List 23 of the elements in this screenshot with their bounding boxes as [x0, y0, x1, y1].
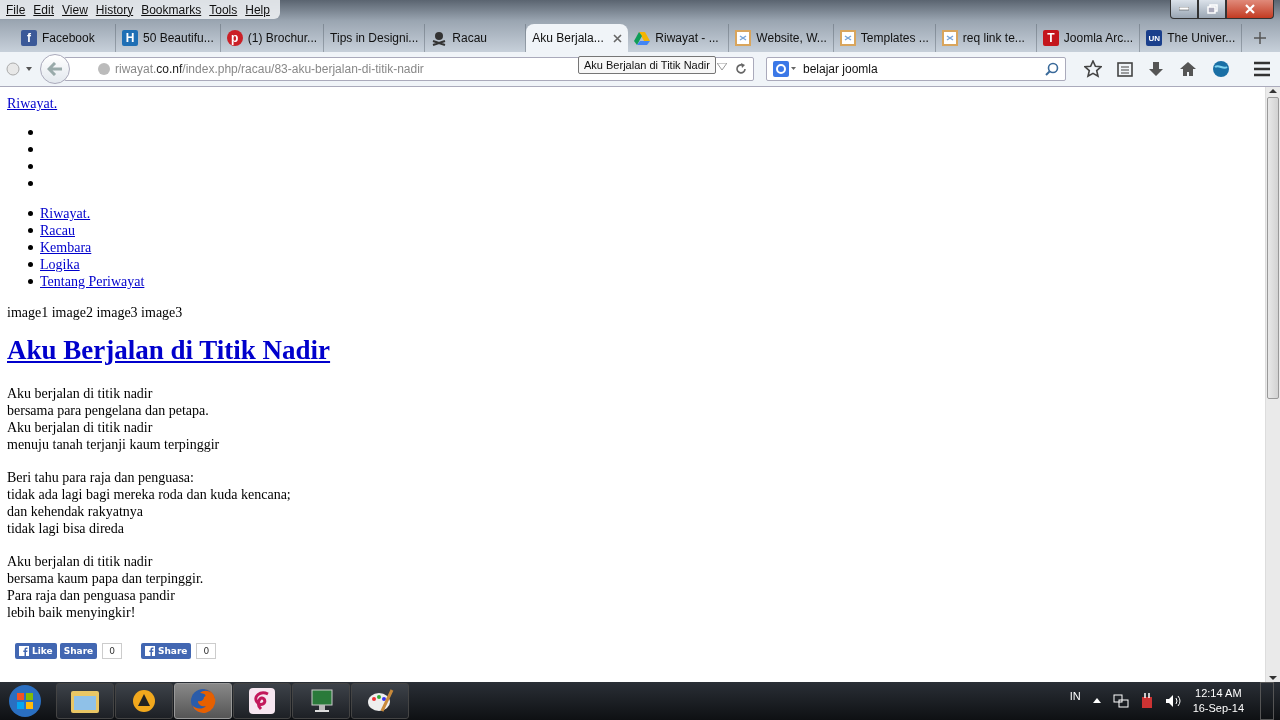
search-text: belajar joomla	[803, 62, 878, 76]
poem-line: Aku berjalan di titik nadir	[7, 419, 154, 436]
site-favicon-icon: UN	[1146, 30, 1163, 46]
site-favicon-icon: T	[1042, 30, 1059, 46]
poem-line: bersama kaum papa dan terpinggir.	[7, 570, 205, 587]
poem-line: tidak ada lagi bagi mereka roda dan kuda kencana;	[7, 486, 292, 503]
site-favicon-icon: H	[122, 30, 138, 46]
url-text: riwayat.co.nf/index.php/racau/83-aku-berjalan-di-titik-nadir	[115, 62, 424, 76]
site-favicon-icon: p	[226, 30, 243, 46]
poem-line: dan kehendak rakyatnya	[7, 503, 145, 520]
site-favicon-icon: f	[21, 30, 37, 46]
share-count: 0	[196, 643, 217, 659]
poem-line: bersama para pengelana dan petapa.	[7, 402, 210, 419]
poem-line: tidak lagi bisa direda	[7, 520, 126, 537]
poem-line: lebih baik menyingkir!	[7, 604, 137, 621]
tooltip: Aku Berjalan di Titik Nadir	[578, 56, 716, 74]
poem-line: Aku berjalan di titik nadir	[7, 385, 154, 402]
poem-line: Beri tahu para raja dan penguasa:	[7, 469, 195, 486]
poem-line: Para raja dan penguasa pandir	[7, 587, 176, 604]
poem-line: Aku berjalan di titik nadir	[7, 553, 154, 570]
share-count: 0	[102, 643, 122, 659]
image-placeholder-text: image1 image2 image3 image3	[7, 304, 184, 321]
poem-line: menuju tanah terjanji kaum terpinggir	[7, 436, 221, 453]
